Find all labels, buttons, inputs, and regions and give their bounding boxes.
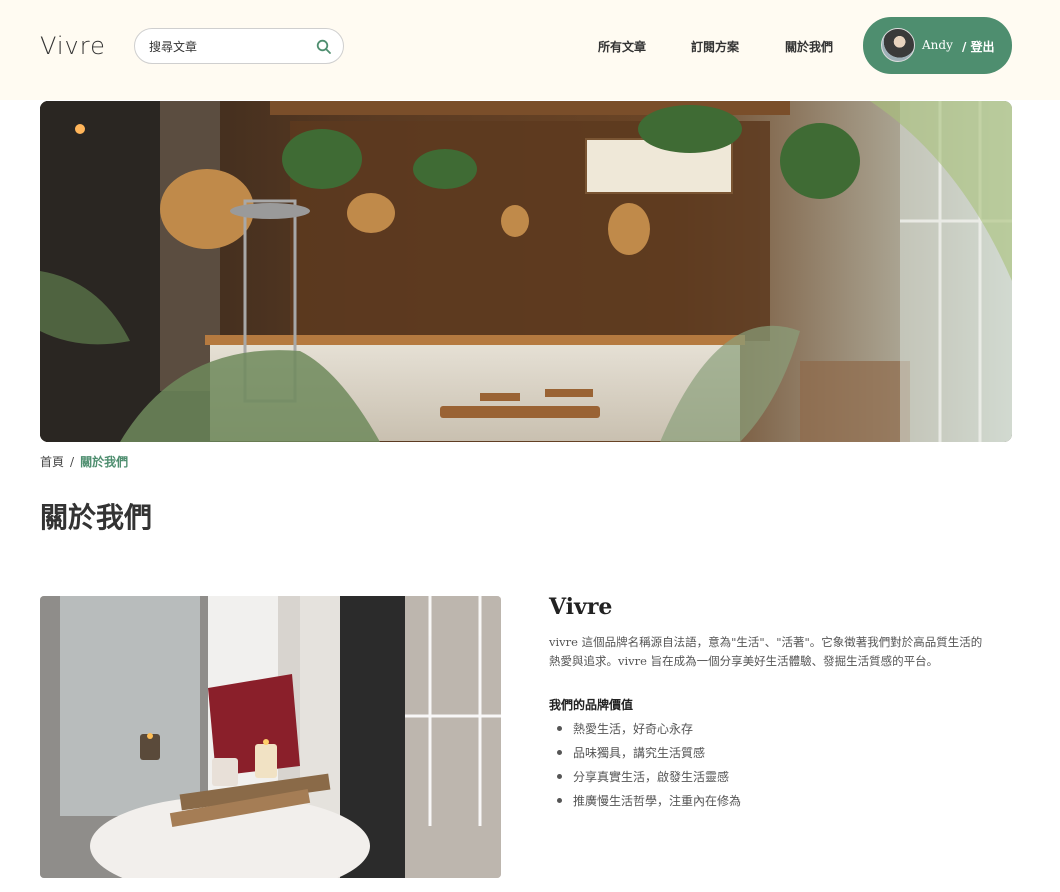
nav-all-articles[interactable]: 所有文章 [598,38,646,55]
list-item: 品味獨具，講究生活質感 [549,744,741,768]
list-item: 熱愛生活，好奇心永存 [549,720,741,744]
avatar [881,28,915,62]
nav-about-us[interactable]: 關於我們 [785,38,833,55]
breadcrumb-separator: / [70,455,75,469]
search-box[interactable] [134,28,344,64]
page-title: 關於我們 [40,501,153,534]
brand-values-list: 熱愛生活，好奇心永存 品味獨具，講究生活質感 分享真實生活，啟發生活靈感 推廣慢… [549,720,741,816]
logout-button[interactable]: / 登出 [962,38,995,55]
breadcrumb-home[interactable]: 首頁 [40,455,64,469]
site-logo[interactable]: Vivre [40,32,106,60]
site-header: Vivre 所有文章 訂閱方案 關於我們 Andy / 登出 [0,0,1060,100]
brand-values-heading: 我們的品牌價值 [549,698,634,712]
search-input[interactable] [149,37,309,57]
list-item: 分享真實生活，啟發生活靈感 [549,768,741,792]
about-window-seat-image [40,596,501,878]
list-item: 推廣慢生活哲學，注重內在修為 [549,792,741,816]
nav-subscription-plans[interactable]: 訂閱方案 [691,38,739,55]
brand-description: vivre 這個品牌名稱源自法語，意為"生活"、"活著"。它象徵著我們對於高品質… [549,635,983,668]
user-menu[interactable]: Andy / 登出 [863,17,1012,74]
search-icon[interactable] [315,38,333,56]
brand-title: Vivre [549,594,613,620]
user-name[interactable]: Andy [922,38,953,52]
breadcrumb: 首頁 / 關於我們 [40,453,128,470]
breadcrumb-current: 關於我們 [80,455,129,469]
hero-cafe-image [40,101,1012,442]
